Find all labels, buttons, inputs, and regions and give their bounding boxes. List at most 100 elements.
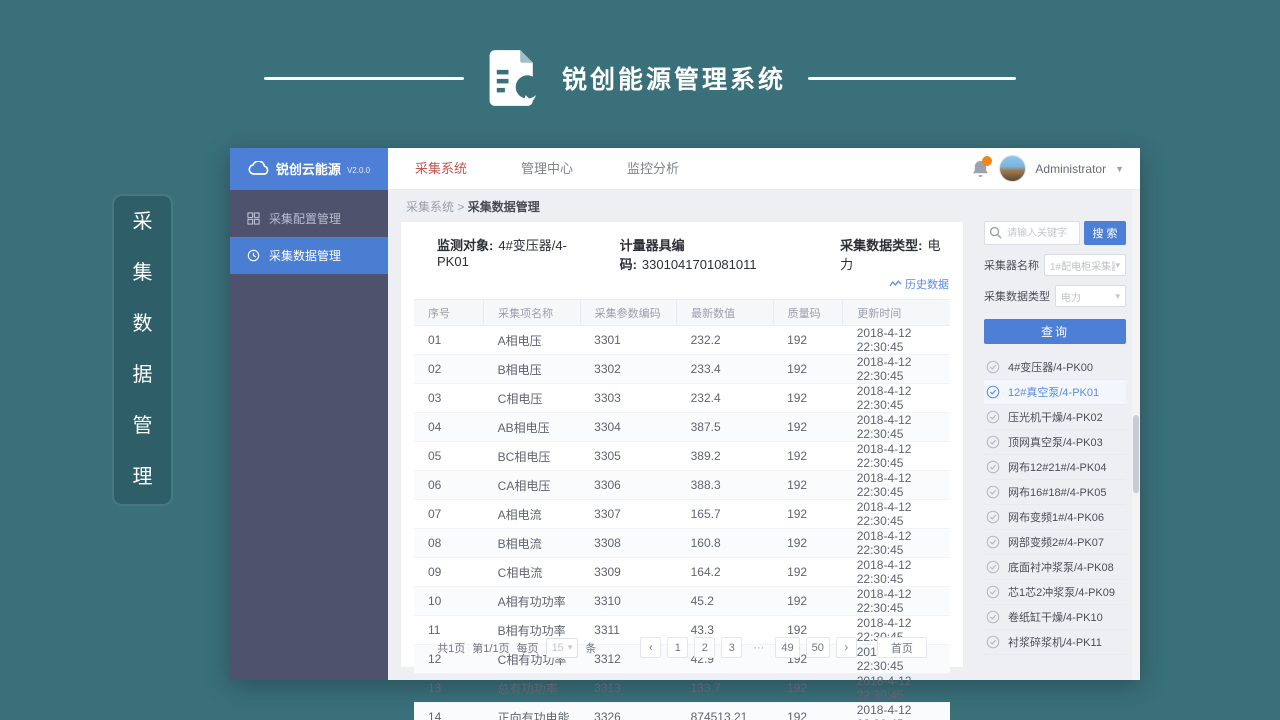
device-item-5[interactable]: 网布12#21#/4-PK04 (984, 455, 1126, 480)
table-cell: 192 (773, 500, 843, 529)
user-avatar[interactable] (999, 155, 1026, 182)
search-box (984, 221, 1080, 245)
device-item-1[interactable]: 4#变压器/4-PK00 (984, 355, 1126, 380)
banner-divider-left (264, 77, 464, 80)
table-row[interactable]: 13总有功功率3313133.71922018-4-12 22:30:45 (414, 674, 950, 703)
nav-item-3[interactable]: 监控分析 (600, 148, 706, 190)
pagination: 共1页 第1/1页 每页 15 ▾ 条 ‹123···4950›首页 (401, 630, 963, 667)
history-data-link[interactable]: 历史数据 (889, 276, 949, 292)
first-page-button[interactable]: 首页 (877, 637, 927, 658)
check-circle-icon (986, 410, 1000, 424)
data-card: 监测对象:4#变压器/4-PK01计量器具编码:3301041701081011… (400, 221, 964, 668)
table-cell: 233.4 (677, 355, 773, 384)
table-row[interactable]: 01A相电压3301232.21922018-4-12 22:30:45 (414, 326, 950, 355)
table-cell: 192 (773, 529, 843, 558)
table-cell: 232.4 (677, 384, 773, 413)
search-icon (989, 226, 1002, 239)
dropdown-caret-icon: ▾ (1115, 260, 1120, 271)
info-item-2: 计量器具编码:3301041701081011 (620, 235, 811, 273)
table-row[interactable]: 10A相有功功率331045.21922018-4-12 22:30:45 (414, 587, 950, 616)
device-item-9[interactable]: 底面衬冲浆泵/4-PK08 (984, 555, 1126, 580)
banner-divider-right (808, 77, 1016, 80)
search-button[interactable]: 搜 索 (1084, 221, 1126, 245)
column-header-2: 采集项名称 (484, 300, 580, 326)
sidebar-item-1[interactable]: 采集配置管理 (230, 200, 388, 237)
device-item-3[interactable]: 压光机干燥/4-PK02 (984, 405, 1126, 430)
page-size-select[interactable]: 15 ▾ (546, 638, 579, 658)
table-cell: 2018-4-12 22:30:45 (843, 471, 950, 500)
field-select[interactable]: 1#配电柜采集器▾ (1044, 254, 1126, 276)
nav-item-2[interactable]: 管理中心 (494, 148, 600, 190)
side-tag-collection-data-management: 采集数据管理 (112, 194, 173, 506)
device-item-12[interactable]: 衬浆碎浆机/4-PK11 (984, 630, 1126, 655)
page-button-2[interactable]: 2 (694, 637, 715, 658)
table-row[interactable]: 03C相电压3303232.41922018-4-12 22:30:45 (414, 384, 950, 413)
check-circle-icon (986, 385, 1000, 399)
window-scrollbar[interactable] (1132, 190, 1140, 680)
prev-page-button[interactable]: ‹ (640, 637, 661, 658)
table-cell: 192 (773, 355, 843, 384)
table-row[interactable]: 06CA相电压3306388.31922018-4-12 22:30:45 (414, 471, 950, 500)
table-row[interactable]: 04AB相电压3304387.51922018-4-12 22:30:45 (414, 413, 950, 442)
side-tag-char: 据 (133, 350, 153, 401)
filter-field-2: 采集数据类型电力▾ (984, 285, 1126, 307)
page-button-1[interactable]: 1 (667, 637, 688, 658)
device-name: 顶网真空泵/4-PK03 (1008, 434, 1103, 450)
check-circle-icon (986, 610, 1000, 624)
table-row[interactable]: 07A相电流3307165.71922018-4-12 22:30:45 (414, 500, 950, 529)
sidebar-item-2[interactable]: 采集数据管理 (230, 237, 388, 274)
current-page-text: 第1/1页 (472, 640, 509, 656)
table-cell: 03 (414, 384, 484, 413)
table-cell: 10 (414, 587, 484, 616)
table-cell: 2018-4-12 22:30:45 (843, 442, 950, 471)
field-select[interactable]: 电力▾ (1055, 285, 1126, 307)
history-row: 历史数据 (401, 275, 963, 295)
table-cell: B相电流 (484, 529, 580, 558)
device-item-6[interactable]: 网布16#18#/4-PK05 (984, 480, 1126, 505)
total-pages-text: 共1页 (437, 640, 465, 656)
device-name: 网布16#18#/4-PK05 (1008, 484, 1106, 500)
table-row[interactable]: 02B相电压3302233.41922018-4-12 22:30:45 (414, 355, 950, 384)
query-button[interactable]: 查询 (984, 319, 1126, 344)
page-button-49[interactable]: 49 (775, 637, 799, 658)
table-cell: 2018-4-12 22:30:45 (843, 674, 950, 703)
next-page-button[interactable]: › (836, 637, 857, 658)
device-item-11[interactable]: 卷纸缸干燥/4-PK10 (984, 605, 1126, 630)
per-page-unit: 条 (585, 640, 596, 656)
pagination-summary: 共1页 第1/1页 每页 15 ▾ 条 (437, 638, 596, 658)
info-value: 3301041701081011 (642, 257, 757, 272)
device-name: 底面衬冲浆泵/4-PK08 (1008, 559, 1114, 575)
breadcrumb-part-1[interactable]: 采集系统 (406, 200, 454, 214)
device-item-4[interactable]: 顶网真空泵/4-PK03 (984, 430, 1126, 455)
table-row[interactable]: 14正向有功电能3326874513.211922018-4-12 22:30:… (414, 703, 950, 720)
device-item-10[interactable]: 芯1芯2冲浆泵/4-PK09 (984, 580, 1126, 605)
table-cell: 08 (414, 529, 484, 558)
table-cell: 232.2 (677, 326, 773, 355)
app-logo[interactable]: 锐创云能源 V2.0.0 (230, 148, 388, 190)
device-item-8[interactable]: 网部变频2#/4-PK07 (984, 530, 1126, 555)
device-name: 卷纸缸干燥/4-PK10 (1008, 609, 1103, 625)
table-cell: 2018-4-12 22:30:45 (843, 355, 950, 384)
device-item-7[interactable]: 网布变频1#/4-PK06 (984, 505, 1126, 530)
field-label: 采集数据类型 (984, 288, 1050, 304)
table-cell: 3309 (580, 558, 676, 587)
nav-item-1[interactable]: 采集系统 (388, 148, 494, 190)
check-circle-icon (986, 585, 1000, 599)
table-row[interactable]: 08B相电流3308160.81922018-4-12 22:30:45 (414, 529, 950, 558)
page-button-50[interactable]: 50 (806, 637, 830, 658)
user-menu-caret-icon[interactable]: ▼ (1115, 164, 1124, 174)
table-cell: 3313 (580, 674, 676, 703)
table-row[interactable]: 09C相电流3309164.21922018-4-12 22:30:45 (414, 558, 950, 587)
table-cell: 05 (414, 442, 484, 471)
notification-bell-icon[interactable] (972, 159, 990, 179)
device-item-2[interactable]: 12#真空泵/4-PK01 (984, 380, 1126, 405)
monitor-info-row: 监测对象:4#变压器/4-PK01计量器具编码:3301041701081011… (401, 222, 963, 275)
table-row[interactable]: 05BC相电压3305389.21922018-4-12 22:30:45 (414, 442, 950, 471)
table-cell: 3308 (580, 529, 676, 558)
scrollbar-thumb[interactable] (1133, 415, 1139, 493)
table-cell: 3310 (580, 587, 676, 616)
table-cell: 02 (414, 355, 484, 384)
table-cell: 192 (773, 442, 843, 471)
page-button-3[interactable]: 3 (721, 637, 742, 658)
table-cell: 3303 (580, 384, 676, 413)
